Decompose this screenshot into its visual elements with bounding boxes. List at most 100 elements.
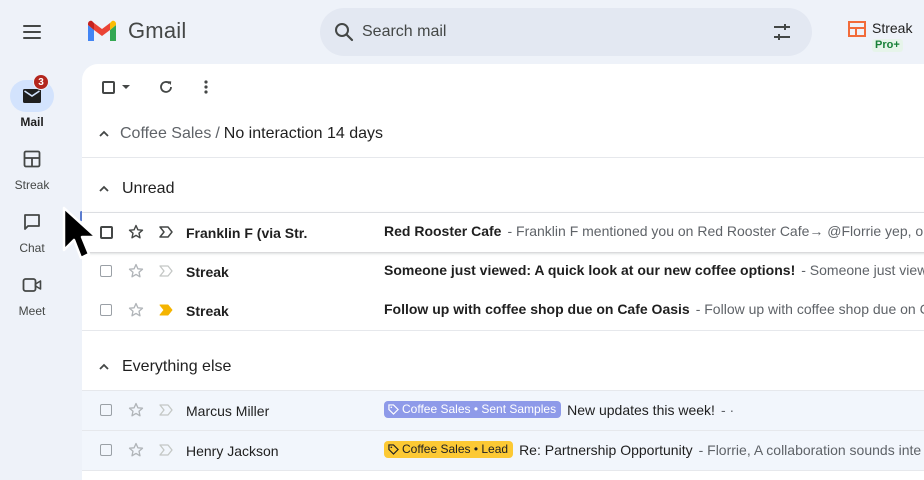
row-checkbox[interactable] <box>100 265 112 277</box>
chevron-up-icon[interactable] <box>98 128 110 140</box>
row-checkbox[interactable] <box>100 304 112 316</box>
rail-label-meet: Meet <box>18 304 46 318</box>
menu-icon-line <box>23 37 41 39</box>
star-icon[interactable] <box>128 224 144 240</box>
importance-marker-icon[interactable] <box>158 225 174 239</box>
importance-marker-icon[interactable] <box>158 443 174 457</box>
rail-label-mail: Mail <box>20 115 44 129</box>
email-row[interactable]: Franklin F (via Str. Red Rooster Cafe - … <box>82 213 924 252</box>
email-snippet: - · <box>720 401 735 418</box>
importance-marker-icon[interactable] <box>158 264 174 278</box>
select-all-checkbox[interactable] <box>98 75 134 99</box>
email-subject: Red Rooster Cafe <box>384 223 502 239</box>
section-title: Everything else <box>122 358 232 375</box>
unread-count-badge: 3 <box>33 74 49 90</box>
star-icon[interactable] <box>128 402 144 418</box>
email-content: Red Rooster Cafe - Franklin F mentioned … <box>384 223 924 239</box>
chevron-up-icon <box>99 363 109 370</box>
star-icon[interactable] <box>128 302 144 318</box>
email-snippet: - Florrie, A collaboration sounds inte <box>698 441 922 458</box>
gmail-logo[interactable]: Gmail <box>86 18 186 44</box>
email-subject: Follow up with coffee shop due on Cafe O… <box>384 301 690 317</box>
row-checkbox[interactable] <box>100 226 113 239</box>
mail-icon <box>23 89 41 103</box>
email-subject: Re: Partnership Opportunity <box>519 441 693 458</box>
email-content: Coffee Sales • Sent Samples New updates … <box>384 401 734 418</box>
menu-icon-line <box>23 25 41 27</box>
row-checkbox[interactable] <box>100 404 112 416</box>
mouse-cursor-icon <box>62 206 98 260</box>
refresh-button[interactable] <box>154 75 178 99</box>
streak-box-tag[interactable]: Coffee Sales • Sent Samples <box>384 401 562 418</box>
top-bar: Gmail Streak Pro+ <box>0 0 924 64</box>
chevron-down-icon[interactable] <box>121 82 131 92</box>
rail-item-chat[interactable]: Chat <box>0 206 64 255</box>
gmail-wordmark: Gmail <box>128 18 187 43</box>
menu-icon-line <box>23 31 41 33</box>
rail-item-mail[interactable]: 3 Mail <box>0 74 64 129</box>
breadcrumb-parent[interactable]: Coffee Sales <box>120 125 211 143</box>
email-snippet: - Franklin F mentioned you on Red Rooste… <box>507 223 924 239</box>
sender-name: Streak <box>186 264 229 280</box>
rail-meet-pill <box>10 269 54 301</box>
breadcrumb-current: No interaction 14 days <box>223 125 383 142</box>
importance-marker-icon[interactable] <box>158 403 174 417</box>
streak-name: Streak <box>872 20 913 36</box>
row-checkbox[interactable] <box>100 444 112 456</box>
email-content: Coffee Sales • Lead Re: Partnership Oppo… <box>384 441 921 458</box>
search-bar[interactable] <box>320 8 812 56</box>
tag-icon <box>388 404 399 415</box>
section-title: Unread <box>122 180 175 197</box>
rail-label-streak: Streak <box>14 178 50 192</box>
streak-plan-badge: Pro+ <box>872 39 903 52</box>
main-menu-button[interactable] <box>14 14 50 50</box>
more-options-button[interactable] <box>194 75 218 99</box>
rail-item-meet[interactable]: Meet <box>0 269 64 318</box>
sender-name: Streak <box>186 303 229 319</box>
email-content: Follow up with coffee shop due on Cafe O… <box>384 301 924 317</box>
section-header-everything-else[interactable]: Everything else <box>98 355 231 379</box>
streak-logo-icon <box>848 21 866 37</box>
divider <box>82 470 924 471</box>
star-icon[interactable] <box>128 263 144 279</box>
email-subject: Someone just viewed: A quick look at our… <box>384 262 796 278</box>
tag-icon <box>388 444 399 455</box>
mail-list-panel: Coffee Sales / No interaction 14 days Un… <box>82 64 924 480</box>
email-row[interactable]: Streak Someone just viewed: A quick look… <box>82 252 924 291</box>
more-vert-icon <box>204 80 208 94</box>
meet-video-icon <box>22 278 42 292</box>
email-content: Someone just viewed: A quick look at our… <box>384 262 924 278</box>
email-row[interactable]: Streak Follow up with coffee shop due on… <box>82 291 924 330</box>
search-options-icon[interactable] <box>770 20 794 44</box>
rail-chat-pill <box>10 206 54 238</box>
rail-item-streak[interactable]: Streak <box>0 143 64 192</box>
checkbox-icon <box>101 80 115 94</box>
sender-name: Franklin F (via Str. <box>186 225 308 241</box>
email-row[interactable]: Henry Jackson Coffee Sales • Lead Re: Pa… <box>82 431 924 470</box>
email-subject: New updates this week! <box>567 401 715 418</box>
email-row[interactable]: Marcus Miller Coffee Sales • Sent Sample… <box>82 391 924 430</box>
tag-label: Coffee Sales • Lead <box>402 442 509 456</box>
divider <box>82 330 924 331</box>
search-input[interactable] <box>362 20 762 44</box>
star-icon[interactable] <box>128 442 144 458</box>
breadcrumb: Coffee Sales / No interaction 14 days <box>98 122 383 146</box>
sender-name: Marcus Miller <box>186 403 270 419</box>
divider <box>82 157 924 158</box>
chevron-up-icon <box>99 185 109 192</box>
search-icon[interactable] <box>332 20 356 44</box>
gmail-m-icon <box>88 20 116 41</box>
streak-account-badge[interactable]: Streak Pro+ <box>848 20 913 52</box>
rail-label-chat: Chat <box>19 241 45 255</box>
important-marker-icon[interactable] <box>158 303 174 317</box>
refresh-icon <box>160 81 172 93</box>
rail-mail-pill: 3 <box>10 74 54 112</box>
chat-icon <box>24 214 40 230</box>
streak-box-tag[interactable]: Coffee Sales • Lead <box>384 441 514 458</box>
sender-name: Henry Jackson <box>186 443 279 459</box>
rail-streak-pill <box>10 143 54 175</box>
email-snippet: - Someone just view <box>801 262 924 278</box>
breadcrumb-separator: / <box>215 125 220 142</box>
list-toolbar <box>82 64 924 110</box>
section-header-unread[interactable]: Unread <box>98 177 174 201</box>
